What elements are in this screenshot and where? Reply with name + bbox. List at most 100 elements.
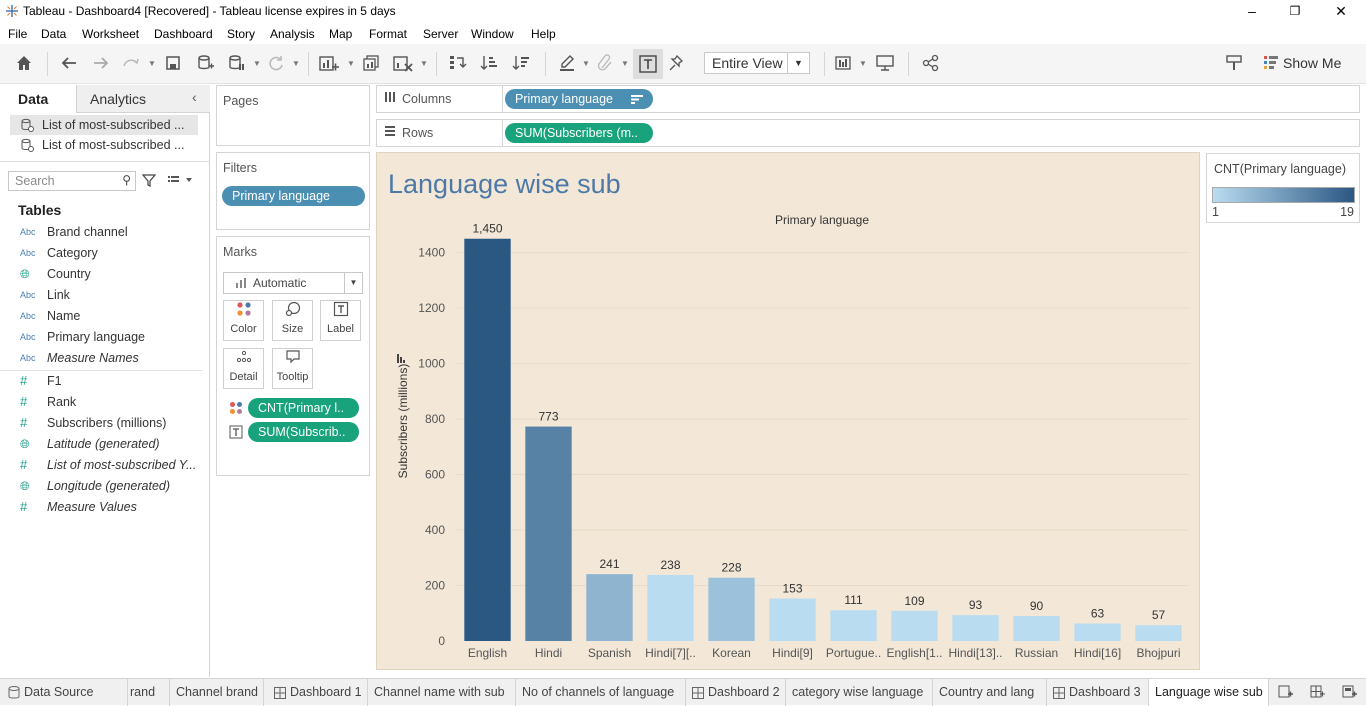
collapse-panel-icon[interactable]: ‹ [192,89,197,105]
bar[interactable] [952,615,999,641]
bar[interactable] [464,238,511,641]
rows-shelf[interactable]: Rows SUM(Subscribers (m.. [376,119,1360,147]
sort-descending-icon[interactable] [631,94,643,104]
tab-sheet[interactable]: Channel brand [170,679,264,706]
datasource-item[interactable]: List of most-subscribed ... [10,135,198,155]
field-item[interactable]: 🌐︎ Country [18,264,203,284]
field-item[interactable]: # Measure Values [18,497,203,517]
menu-data[interactable]: Data [41,27,66,41]
label-button[interactable]: Label [320,300,361,341]
group-members-icon[interactable] [594,53,616,75]
color-button[interactable]: Color [223,300,264,341]
columns-shelf[interactable]: Columns Primary language [376,85,1360,113]
field-item[interactable]: # F1 [18,371,203,391]
chevron-down-icon[interactable]: ▼ [582,59,590,68]
label-pill[interactable]: SUM(Subscrib.. [248,422,359,442]
bar[interactable] [525,426,572,641]
format-painter-icon[interactable] [1223,53,1245,75]
menu-map[interactable]: Map [329,27,352,41]
bar-chart[interactable]: Language wise sub Primary language Subsc… [377,153,1199,669]
tab-data-source[interactable]: Data Source [0,679,128,706]
new-story-icon[interactable] [1342,685,1358,702]
tab-dashboard[interactable]: Dashboard 3 [1047,679,1149,706]
chevron-down-icon[interactable]: ▼ [420,59,428,68]
mark-type-select[interactable]: Automatic ▼ [223,272,363,294]
detail-button[interactable]: Detail [223,348,264,389]
color-pill[interactable]: CNT(Primary l.. [248,398,359,418]
highlight-icon[interactable] [556,53,578,75]
menu-format[interactable]: Format [369,27,407,41]
bar[interactable] [647,574,694,641]
bar[interactable] [891,610,938,641]
tab-dashboard[interactable]: Dashboard 1 [264,679,368,706]
save-icon[interactable] [162,53,184,75]
presentation-mode-icon[interactable] [874,53,896,75]
bar[interactable] [830,610,877,641]
bar[interactable] [1074,623,1121,641]
menu-analysis[interactable]: Analysis [270,27,315,41]
tab-sheet[interactable]: No of channels of language [516,679,686,706]
bar[interactable] [708,577,755,641]
field-item[interactable]: Abc Link [18,285,203,305]
replay-icon[interactable] [120,53,142,75]
swap-rows-columns-icon[interactable] [446,53,468,75]
bars[interactable] [464,238,1182,641]
color-legend[interactable]: CNT(Primary language) 1 19 [1206,153,1360,223]
field-item[interactable]: Abc Name [18,306,203,326]
fit-select[interactable]: Entire View ▼ [704,52,810,74]
menu-help[interactable]: Help [531,27,556,41]
refresh-icon[interactable] [265,53,287,75]
show-me-button[interactable]: Show Me [1283,55,1341,71]
tab-sheet[interactable]: Country and lang [933,679,1047,706]
restore-icon[interactable]: ❐ [1280,2,1310,20]
filter-icon[interactable] [141,173,157,190]
sort-ascending-icon[interactable] [478,53,500,75]
close-icon[interactable]: ✕ [1326,2,1356,20]
field-item[interactable]: 🌐︎ Latitude (generated) [18,434,203,454]
tooltip-button[interactable]: Tooltip [272,348,313,389]
menu-worksheet[interactable]: Worksheet [82,27,139,41]
field-item[interactable]: # List of most-subscribed Y... [18,455,203,475]
new-dashboard-icon[interactable] [1310,685,1326,702]
chevron-down-icon[interactable]: ▼ [148,59,156,68]
menu-dashboard[interactable]: Dashboard [154,27,213,41]
menu-window[interactable]: Window [471,27,514,41]
home-icon[interactable] [13,53,35,75]
chevron-down-icon[interactable]: ▼ [292,59,300,68]
new-worksheet-icon[interactable] [1278,685,1294,702]
field-item[interactable]: Abc Category [18,243,203,263]
bar[interactable] [769,598,816,641]
field-item[interactable]: Abc Brand channel [18,222,203,242]
undo-icon[interactable] [58,53,80,75]
tab-analytics[interactable]: Analytics [90,91,146,107]
filters-card[interactable]: Filters Primary language [216,152,370,230]
new-datasource-icon[interactable] [194,53,216,75]
clear-sheet-icon[interactable] [392,53,414,75]
fix-axes-icon[interactable] [666,53,688,75]
share-icon[interactable] [920,53,942,75]
tab-sheet[interactable]: Channel name with sub [368,679,516,706]
pages-card[interactable]: Pages [216,85,370,146]
filter-pill[interactable]: Primary language [222,186,365,206]
columns-pill[interactable]: Primary language [505,89,653,109]
field-item[interactable]: Abc Primary language [18,327,203,347]
search-input[interactable]: Search ⚲ [8,171,136,191]
field-item[interactable]: # Rank [18,392,203,412]
chevron-down-icon[interactable]: ▼ [859,59,867,68]
pause-updates-icon[interactable] [225,53,247,75]
menu-file[interactable]: File [8,27,27,41]
menu-story[interactable]: Story [227,27,255,41]
size-button[interactable]: Size [272,300,313,341]
chevron-down-icon[interactable]: ▼ [253,59,261,68]
tab-data[interactable]: Data [18,91,48,107]
sort-indicator-icon[interactable] [397,354,405,363]
field-item[interactable]: # Subscribers (millions) [18,413,203,433]
bar[interactable] [1013,616,1060,641]
chevron-down-icon[interactable]: ▼ [344,273,362,293]
chevron-down-icon[interactable]: ▼ [621,59,629,68]
sort-descending-icon[interactable] [510,53,532,75]
show-cards-icon[interactable] [834,53,856,75]
tab-sheet[interactable]: category wise language [786,679,933,706]
tab-sheet-active[interactable]: Language wise sub [1149,679,1269,706]
bar[interactable] [1135,625,1182,641]
